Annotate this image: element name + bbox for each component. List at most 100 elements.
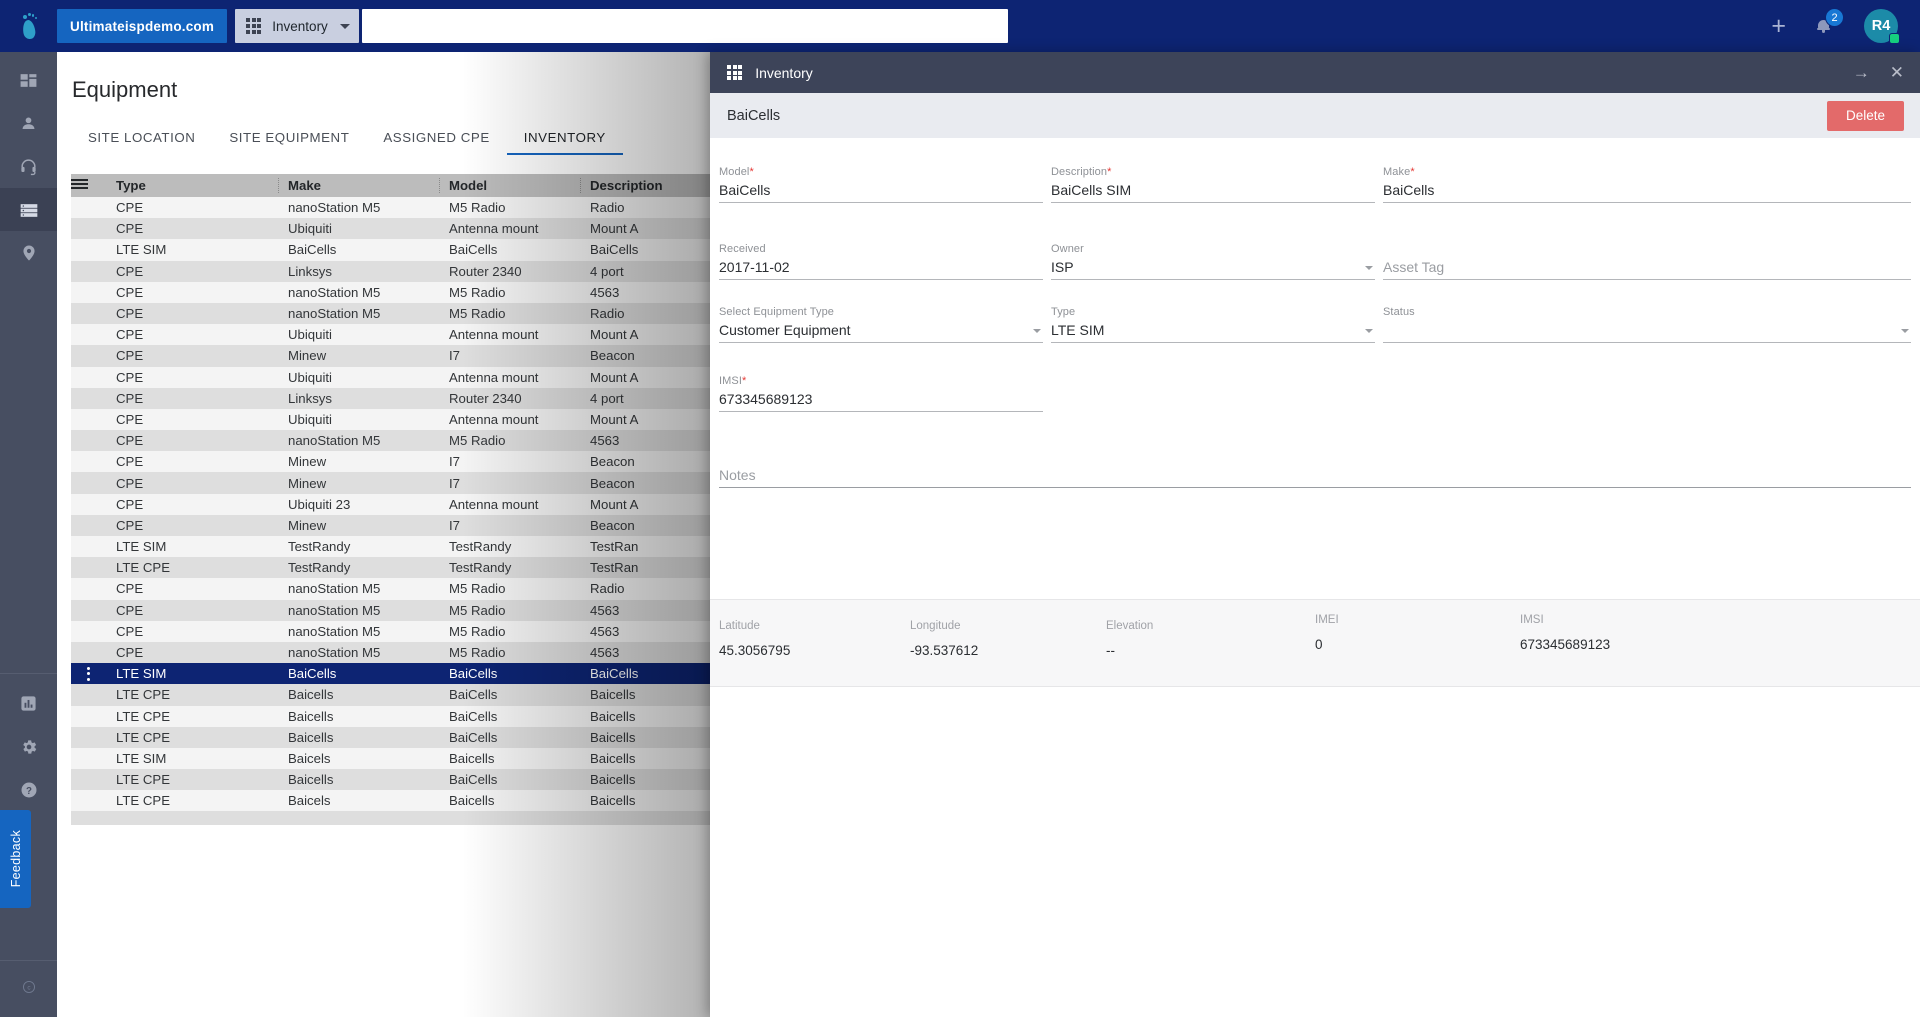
headset-icon xyxy=(21,159,36,176)
page-title: Equipment xyxy=(72,77,178,102)
copyright-icon: c xyxy=(22,980,35,994)
column-header-type[interactable]: Type xyxy=(105,174,277,197)
delete-button[interactable]: Delete xyxy=(1826,100,1904,131)
feedback-tab[interactable]: Feedback xyxy=(0,810,31,908)
module-selector[interactable]: Inventory xyxy=(235,9,360,43)
avatar[interactable]: R4 xyxy=(1864,9,1900,44)
sidebar-item-customers[interactable] xyxy=(0,102,57,145)
table-menu-button[interactable] xyxy=(71,174,105,197)
cell-type: LTE SIM xyxy=(105,536,277,558)
cell-make: Baicells xyxy=(277,769,438,791)
add-button[interactable]: + xyxy=(1771,13,1786,39)
status-select[interactable] xyxy=(1383,318,1911,343)
cell-model: TestRandy xyxy=(438,557,579,579)
cell-model: BaiCells xyxy=(438,663,579,685)
close-icon[interactable]: ✕ xyxy=(1890,64,1904,81)
app-logo[interactable] xyxy=(0,0,57,52)
cell-type: CPE xyxy=(105,260,277,282)
info-label-imsi: IMSI xyxy=(1520,614,1544,626)
person-icon xyxy=(22,117,35,130)
list-rows-icon xyxy=(20,203,37,217)
sidebar-item-settings[interactable] xyxy=(0,725,57,768)
cell-type: CPE xyxy=(105,345,277,367)
sidebar-item-help[interactable]: ? xyxy=(0,768,57,811)
cell-make: nanoStation M5 xyxy=(277,641,438,664)
tab-assigned-cpe[interactable]: ASSIGNED CPE xyxy=(366,119,506,155)
column-header-make[interactable]: Make xyxy=(277,174,438,197)
cell-type: CPE xyxy=(105,514,277,536)
cell-model: TestRandy xyxy=(438,536,579,558)
tenant-label: Ultimateispdemo.com xyxy=(70,18,215,34)
field-received: Received 2017-11-02 xyxy=(719,243,1043,280)
owner-select[interactable]: ISP xyxy=(1051,255,1375,280)
geo-info-strip: Latitude 45.3056795 Longitude -93.537612… xyxy=(710,599,1920,686)
imsi-input[interactable]: 673345689123 xyxy=(719,387,1043,412)
cell-type: LTE CPE xyxy=(105,726,277,748)
cell-make: Minew xyxy=(277,472,438,494)
asset-tag-input[interactable]: Asset Tag xyxy=(1383,255,1911,280)
cell-model: Antenna mount xyxy=(438,408,579,431)
sidebar-item-reports[interactable] xyxy=(0,682,57,725)
row-handle xyxy=(71,387,105,409)
cell-model: BaiCells xyxy=(438,705,579,727)
row-handle xyxy=(71,239,105,261)
drawer-subheader: BaiCells Delete xyxy=(710,93,1920,138)
field-status: Status xyxy=(1383,306,1911,343)
column-header-model[interactable]: Model xyxy=(438,174,579,197)
cell-model: BaiCells xyxy=(438,726,579,748)
tab-site-equipment[interactable]: SITE EQUIPMENT xyxy=(212,119,366,155)
notifications-button[interactable]: 2 xyxy=(1812,8,1844,40)
cell-model: Router 2340 xyxy=(438,260,579,282)
sidebar-item-dashboard[interactable] xyxy=(0,59,57,102)
cell-model: M5 Radio xyxy=(438,641,579,664)
received-input[interactable]: 2017-11-02 xyxy=(719,255,1043,280)
row-menu-button[interactable] xyxy=(71,663,105,685)
field-label-type: Type xyxy=(1051,306,1076,318)
cell-model: I7 xyxy=(438,472,579,494)
tab-site-location[interactable]: SITE LOCATION xyxy=(71,119,212,155)
tenant-chip[interactable]: Ultimateispdemo.com xyxy=(57,9,228,43)
arrow-right-icon[interactable]: → xyxy=(1853,64,1870,81)
cell-model: Antenna mount xyxy=(438,324,579,346)
cell-model: M5 Radio xyxy=(438,430,579,452)
info-label-longitude: Longitude xyxy=(910,620,961,632)
cell-type: LTE CPE xyxy=(105,790,277,812)
cell-type: LTE SIM xyxy=(105,747,277,770)
type-select[interactable]: LTE SIM xyxy=(1051,318,1375,343)
tab-inventory[interactable]: INVENTORY xyxy=(506,119,623,155)
row-handle xyxy=(71,197,105,219)
info-imsi: IMSI 673345689123 xyxy=(1520,614,1610,652)
top-bar-actions: + 2 R4 xyxy=(1771,8,1920,44)
search-input[interactable] xyxy=(362,9,1009,43)
row-handle xyxy=(71,747,105,770)
drawer-header: Inventory → ✕ xyxy=(710,52,1920,93)
sidebar-item-inventory[interactable] xyxy=(0,188,57,231)
model-input[interactable]: BaiCells xyxy=(719,178,1043,203)
notes-input[interactable]: Notes xyxy=(719,463,1911,488)
feedback-label: Feedback xyxy=(8,830,23,888)
cell-model: Baicells xyxy=(438,790,579,812)
cell-type: LTE CPE xyxy=(105,705,277,727)
rail-divider xyxy=(0,960,57,961)
cell-make: BaiCells xyxy=(277,239,438,261)
cell-make: Baicels xyxy=(277,790,438,812)
sidebar-item-locations[interactable] xyxy=(0,231,57,274)
row-handle xyxy=(71,302,105,325)
make-input[interactable]: BaiCells xyxy=(1383,178,1911,203)
footprint-logo-icon xyxy=(21,13,37,40)
field-label-model: Model* xyxy=(719,166,754,178)
rail-divider xyxy=(0,673,57,674)
cell-make: Linksys xyxy=(277,387,438,409)
rail-bottom-group: ? xyxy=(0,682,57,811)
cell-model: Antenna mount xyxy=(438,366,579,388)
sidebar-item-support[interactable] xyxy=(0,145,57,188)
presence-indicator xyxy=(1889,33,1900,44)
dashboard-icon xyxy=(20,74,37,87)
tab-bar: SITE LOCATION SITE EQUIPMENT ASSIGNED CP… xyxy=(71,119,623,155)
cell-make: BaiCells xyxy=(277,663,438,685)
description-input[interactable]: BaiCells SIM xyxy=(1051,178,1375,203)
copyright-button[interactable]: c xyxy=(0,967,57,1007)
equipment-type-select[interactable]: Customer Equipment xyxy=(719,318,1043,343)
cell-model: BaiCells xyxy=(438,769,579,791)
cell-make: Minew xyxy=(277,345,438,367)
